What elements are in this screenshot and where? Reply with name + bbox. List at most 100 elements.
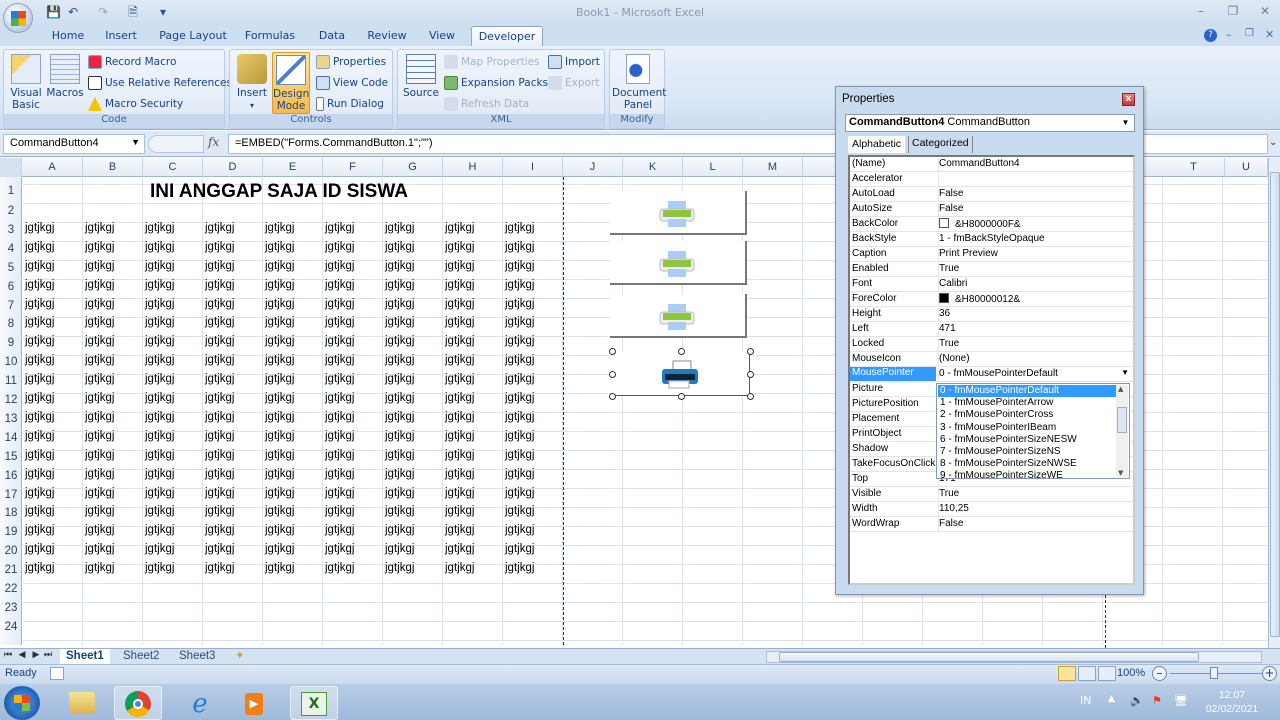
cell[interactable]: jgtjkgj — [25, 562, 54, 574]
cell[interactable]: jgtjkgj — [145, 487, 174, 499]
cell[interactable]: jgtjkgj — [145, 392, 174, 404]
row-header[interactable]: 15 — [0, 451, 22, 463]
row-header[interactable]: 9 — [0, 337, 22, 349]
cell[interactable]: jgtjkgj — [25, 260, 54, 272]
next-sheet-icon[interactable]: ▶ — [30, 650, 42, 660]
cell[interactable]: jgtjkgj — [205, 449, 234, 461]
dropdown-option[interactable]: 2 - fmMousePointerCross — [938, 409, 1116, 421]
cell[interactable]: jgtjkgj — [325, 392, 354, 404]
row-header[interactable]: 11 — [0, 375, 22, 387]
cell[interactable]: jgtjkgj — [85, 260, 114, 272]
cell[interactable]: jgtjkgj — [205, 468, 234, 480]
insert-function-icon[interactable]: fx — [208, 135, 219, 149]
dropdown-option[interactable]: 7 - fmMousePointerSizeNS — [938, 446, 1116, 458]
cell[interactable]: jgtjkgj — [445, 354, 474, 366]
cell[interactable]: jgtjkgj — [385, 298, 414, 310]
cell[interactable]: jgtjkgj — [85, 392, 114, 404]
cell[interactable]: jgtjkgj — [385, 505, 414, 517]
cell[interactable]: jgtjkgj — [145, 430, 174, 442]
start-button[interactable] — [4, 686, 40, 720]
cell[interactable]: jgtjkgj — [385, 562, 414, 574]
zoom-slider-thumb[interactable] — [1210, 667, 1218, 679]
cell[interactable]: jgtjkgj — [85, 411, 114, 423]
cell[interactable]: jgtjkgj — [25, 543, 54, 555]
property-value[interactable]: 471 — [938, 323, 956, 337]
cell[interactable]: jgtjkgj — [265, 222, 294, 234]
properties-button[interactable]: Properties — [316, 53, 386, 71]
property-value[interactable]: True — [938, 338, 959, 352]
property-value[interactable]: 36 — [938, 308, 950, 322]
cell[interactable]: jgtjkgj — [325, 449, 354, 461]
cell[interactable]: jgtjkgj — [385, 487, 414, 499]
cell[interactable]: jgtjkgj — [445, 487, 474, 499]
design-mode-button[interactable]: Design Mode — [272, 52, 310, 114]
tab-data[interactable]: Data — [313, 26, 351, 46]
dropdown-option[interactable]: 0 - fmMousePointerDefault — [938, 385, 1116, 397]
cell[interactable]: jgtjkgj — [85, 524, 114, 536]
cell[interactable]: jgtjkgj — [265, 392, 294, 404]
cell[interactable]: jgtjkgj — [25, 487, 54, 499]
cell[interactable]: jgtjkgj — [85, 449, 114, 461]
cell[interactable]: jgtjkgj — [385, 392, 414, 404]
map-properties-button[interactable]: Map Properties — [444, 53, 540, 71]
workbook-minimize-button[interactable]: – — [1226, 28, 1232, 41]
dropdown-option[interactable]: 6 - fmMousePointerSizeNESW — [938, 434, 1116, 446]
zoom-out-icon[interactable]: – — [1152, 666, 1167, 681]
cell[interactable]: jgtjkgj — [145, 543, 174, 555]
dropdown-option[interactable]: 3 - fmMousePointerIBeam — [938, 422, 1116, 434]
cell[interactable]: jgtjkgj — [505, 543, 534, 555]
cell[interactable]: jgtjkgj — [505, 392, 534, 404]
row-header[interactable]: 24 — [0, 621, 22, 633]
cell[interactable]: jgtjkgj — [265, 468, 294, 480]
cell[interactable]: jgtjkgj — [85, 468, 114, 480]
cell[interactable]: jgtjkgj — [205, 543, 234, 555]
cell[interactable]: jgtjkgj — [445, 562, 474, 574]
taskbar-chrome[interactable] — [114, 686, 162, 720]
cell[interactable]: jgtjkgj — [445, 316, 474, 328]
cell[interactable]: jgtjkgj — [145, 279, 174, 291]
row-header[interactable]: 17 — [0, 489, 22, 501]
property-row[interactable]: Enabled True — [850, 262, 1133, 277]
cell[interactable]: jgtjkgj — [445, 543, 474, 555]
row-header[interactable]: 7 — [0, 300, 22, 312]
close-button[interactable]: ✕ — [1256, 4, 1274, 18]
column-header[interactable]: D — [203, 158, 263, 177]
cell[interactable]: jgtjkgj — [445, 260, 474, 272]
insert-control-button[interactable]: Insert ▾ — [234, 54, 270, 112]
cell[interactable]: jgtjkgj — [25, 316, 54, 328]
cell[interactable]: jgtjkgj — [205, 298, 234, 310]
cell[interactable]: jgtjkgj — [145, 260, 174, 272]
property-row[interactable]: MouseIcon (None) — [850, 352, 1133, 367]
tab-view[interactable]: View — [423, 26, 461, 46]
cell[interactable]: jgtjkgj — [265, 241, 294, 253]
property-row[interactable]: Left 471 — [850, 322, 1133, 337]
cell[interactable]: jgtjkgj — [385, 468, 414, 480]
cell[interactable]: jgtjkgj — [325, 316, 354, 328]
macros-button[interactable]: Macros — [46, 54, 84, 99]
cell[interactable]: jgtjkgj — [145, 335, 174, 347]
column-header[interactable]: A — [22, 158, 83, 177]
cell[interactable]: jgtjkgj — [25, 279, 54, 291]
column-header[interactable]: E — [263, 158, 323, 177]
cell[interactable]: jgtjkgj — [385, 279, 414, 291]
system-clock[interactable]: 12:07 02/02/2021 — [1198, 688, 1266, 716]
help-icon[interactable]: ? — [1204, 29, 1217, 42]
office-button[interactable] — [3, 3, 33, 33]
import-button[interactable]: Import — [548, 53, 600, 71]
macro-security-button[interactable]: Macro Security — [88, 95, 183, 113]
cell[interactable]: jgtjkgj — [385, 430, 414, 442]
tab-alphabetic[interactable]: Alphabetic — [848, 136, 906, 153]
restore-button[interactable]: ❐ — [1224, 4, 1242, 18]
property-row[interactable]: ▼ MousePointer 0 - fmMousePointerDefault — [850, 367, 1133, 382]
row-header[interactable]: 5 — [0, 262, 22, 274]
cell[interactable]: jgtjkgj — [325, 411, 354, 423]
cell[interactable]: jgtjkgj — [505, 316, 534, 328]
print-command-button-1[interactable] — [610, 191, 747, 235]
cell[interactable]: jgtjkgj — [265, 373, 294, 385]
object-selector[interactable]: CommandButton4 CommandButton ▼ — [845, 114, 1135, 132]
cell[interactable]: jgtjkgj — [445, 449, 474, 461]
cell[interactable]: jgtjkgj — [85, 279, 114, 291]
cell[interactable]: jgtjkgj — [205, 392, 234, 404]
resize-handle[interactable] — [609, 348, 616, 355]
cell[interactable]: jgtjkgj — [505, 487, 534, 499]
